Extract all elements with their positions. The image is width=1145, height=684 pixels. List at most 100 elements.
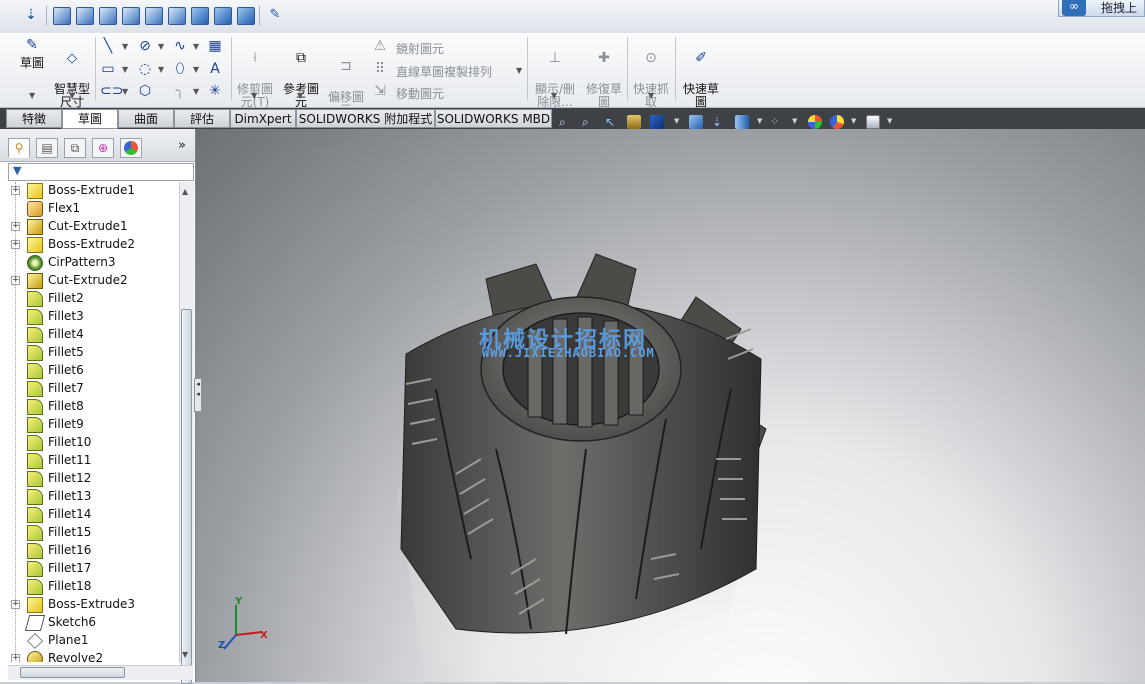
view-orientation-icon[interactable] xyxy=(650,115,664,129)
linear-pattern-label[interactable]: 直線草圖複製排列 xyxy=(396,63,492,80)
tree-item[interactable]: Fillet18 xyxy=(0,578,178,596)
tree-item[interactable]: + Boss-Extrude2 xyxy=(0,236,178,254)
tab-sketch[interactable]: 草圖 xyxy=(62,109,118,129)
view-front-icon[interactable] xyxy=(53,7,71,25)
tree-item[interactable]: Fillet13 xyxy=(0,488,178,506)
polygon-icon[interactable]: ⬡ xyxy=(137,83,153,99)
tree-scrollbar-thumb[interactable] xyxy=(181,309,192,684)
tree-item[interactable]: Fillet8 xyxy=(0,398,178,416)
text-icon[interactable]: A xyxy=(207,61,223,77)
view-right-icon[interactable] xyxy=(122,7,140,25)
more-tabs-button[interactable]: » xyxy=(178,138,186,153)
tree-hscroll-thumb[interactable] xyxy=(20,667,125,678)
view-left-icon[interactable] xyxy=(99,7,117,25)
chevron-down-icon[interactable]: ▼ xyxy=(193,65,199,74)
chevron-down-icon[interactable]: ▼ xyxy=(193,42,199,51)
apply-scene-icon[interactable] xyxy=(808,115,822,129)
chevron-down-icon[interactable]: ▼ xyxy=(251,91,257,100)
hatch-icon[interactable]: ▦ xyxy=(207,38,223,54)
expand-plus-icon[interactable]: + xyxy=(11,600,20,609)
tree-item[interactable]: Fillet9 xyxy=(0,416,178,434)
mirror-entities-label[interactable]: 鏡射圖元 xyxy=(396,40,444,57)
chevron-down-icon[interactable]: ▼ xyxy=(122,42,128,51)
zoom-to-fit-icon[interactable]: ⌕ xyxy=(559,115,573,129)
move-entities-label[interactable]: 移動圖元 xyxy=(396,85,444,102)
link-views-icon[interactable]: ✎ xyxy=(266,7,284,25)
arc-icon[interactable]: ◌ xyxy=(137,61,153,77)
tree-item[interactable]: Sketch6 xyxy=(0,614,178,632)
display-style-icon[interactable] xyxy=(689,115,703,129)
display-manager-icon[interactable] xyxy=(866,115,880,129)
view-trimetric-icon[interactable] xyxy=(214,7,232,25)
view-back-icon[interactable] xyxy=(76,7,94,25)
chevron-down-icon[interactable]: ▼ xyxy=(551,91,557,100)
view-isometric-icon[interactable] xyxy=(191,7,209,25)
line-icon[interactable]: ╲ xyxy=(100,38,116,54)
expand-plus-icon[interactable]: + xyxy=(11,222,20,231)
tree-item[interactable]: Fillet15 xyxy=(0,524,178,542)
tree-item[interactable]: + Cut-Extrude1 xyxy=(0,218,178,236)
move-entities-icon[interactable]: ⇲ xyxy=(372,83,388,99)
tree-item[interactable]: Fillet3 xyxy=(0,308,178,326)
view-dimetric-icon[interactable] xyxy=(237,7,255,25)
scroll-down-arrow-icon[interactable]: ▼ xyxy=(182,650,188,659)
chevron-down-icon[interactable]: ▼ xyxy=(69,91,75,100)
offset-entities-button[interactable]: ⊐ 偏移圖 元 xyxy=(326,47,366,117)
circle-icon[interactable]: ⊘ xyxy=(137,38,153,54)
tree-item[interactable]: Fillet17 xyxy=(0,560,178,578)
tree-item[interactable]: Flex1 xyxy=(0,200,178,218)
zoom-to-area-icon[interactable]: ⌕ xyxy=(582,115,596,129)
configuration-manager-tab-icon[interactable]: ⧉ xyxy=(64,138,86,158)
tree-item[interactable]: Fillet7 xyxy=(0,380,178,398)
tree-item[interactable]: + Boss-Extrude3 xyxy=(0,596,178,614)
tree-item[interactable]: Fillet11 xyxy=(0,452,178,470)
dimxpert-manager-tab-icon[interactable]: ⊕ xyxy=(92,138,114,158)
chevron-down-icon[interactable]: ▼ xyxy=(158,42,164,51)
tree-item[interactable]: Fillet5 xyxy=(0,344,178,362)
tree-item[interactable]: + Boss-Extrude1 xyxy=(0,182,178,200)
graphics-area[interactable] xyxy=(196,129,1145,682)
feature-manager-tab-icon[interactable]: ⚲ xyxy=(8,138,30,158)
tree-item[interactable]: CirPattern3 xyxy=(0,254,178,272)
linear-pattern-icon[interactable]: ⠿ xyxy=(372,61,388,77)
tree-item[interactable]: Fillet6 xyxy=(0,362,178,380)
view-bottom-icon[interactable] xyxy=(168,7,186,25)
mirror-icon[interactable]: ⚠ xyxy=(372,38,388,54)
rectangle-icon[interactable]: ▭ xyxy=(100,61,116,77)
display-manager-tab-icon[interactable] xyxy=(120,138,142,158)
spline-icon[interactable]: ∿ xyxy=(172,38,188,54)
section-view-icon[interactable] xyxy=(627,115,641,129)
tab-dimxpert[interactable]: DimXpert xyxy=(230,109,296,128)
tab-solidworks-mbd[interactable]: SOLIDWORKS MBD xyxy=(435,109,552,128)
scroll-up-arrow-icon[interactable]: ▲ xyxy=(182,187,188,196)
expand-plus-icon[interactable]: + xyxy=(11,186,20,195)
chevron-down-icon[interactable]: ▼ xyxy=(122,65,128,74)
panel-collapse-handle[interactable]: ◂ ◂ xyxy=(194,378,202,412)
tree-item[interactable]: Fillet14 xyxy=(0,506,178,524)
repair-sketch-button[interactable]: ✚ 修復草 圖 xyxy=(583,39,625,109)
chevron-down-icon[interactable]: ▼ xyxy=(674,117,679,125)
chevron-down-icon[interactable]: ▼ xyxy=(516,66,522,75)
upload-button[interactable]: ∞ 拖拽上 xyxy=(1058,0,1145,17)
view-settings-icon[interactable] xyxy=(830,115,844,129)
tree-item[interactable]: Fillet2 xyxy=(0,290,178,308)
expand-plus-icon[interactable]: + xyxy=(11,276,20,285)
rapid-sketch-button[interactable]: ✐ 快速草 圖 xyxy=(680,39,722,109)
point-icon[interactable]: ✳ xyxy=(207,83,223,99)
chevron-down-icon[interactable]: ▼ xyxy=(792,117,797,125)
chevron-down-icon[interactable]: ▼ xyxy=(851,117,856,125)
chevron-down-icon[interactable]: ▼ xyxy=(158,65,164,74)
tab-solidworks-addins[interactable]: SOLIDWORKS 附加程式 xyxy=(296,109,435,128)
tree-item[interactable]: Fillet4 xyxy=(0,326,178,344)
chevron-down-icon[interactable]: ▼ xyxy=(887,117,892,125)
previous-view-icon[interactable]: ↖ xyxy=(605,115,619,129)
tab-surfaces[interactable]: 曲面 xyxy=(118,109,174,128)
expand-plus-icon[interactable]: + xyxy=(11,240,20,249)
tab-evaluate[interactable]: 評估 xyxy=(174,109,230,128)
tree-item[interactable]: + Cut-Extrude2 xyxy=(0,272,178,290)
chevron-down-icon[interactable]: ▼ xyxy=(29,91,35,100)
chevron-down-icon[interactable]: ▼ xyxy=(297,91,303,100)
chevron-down-icon[interactable]: ▼ xyxy=(193,87,199,96)
tree-item[interactable]: Fillet16 xyxy=(0,542,178,560)
feature-filter-input[interactable]: ▼ xyxy=(8,163,194,181)
